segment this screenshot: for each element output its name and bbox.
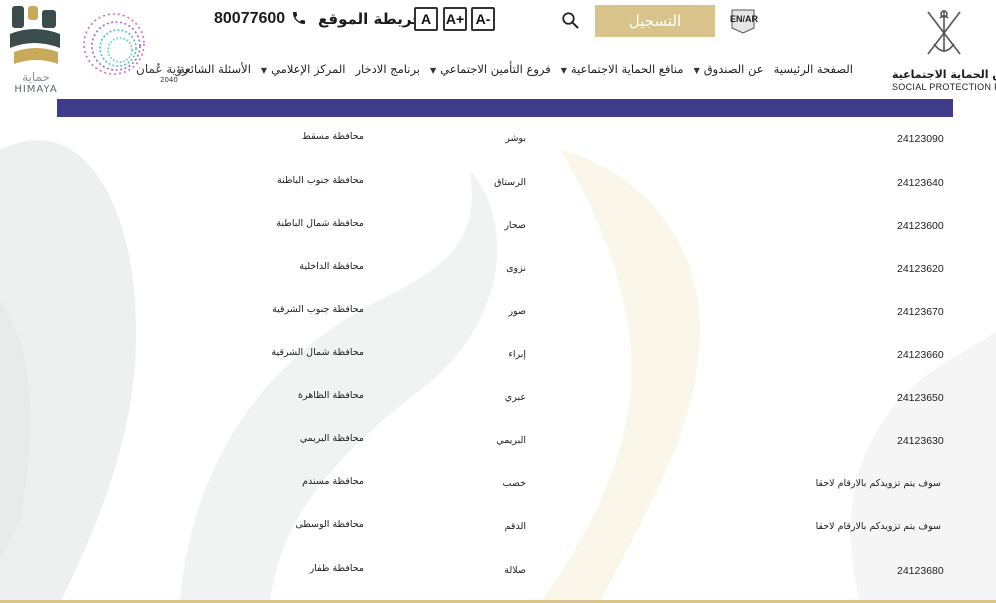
search-icon[interactable] <box>561 11 579 29</box>
table-row: 24123670 صور محافظة جنوب الشرقية <box>0 289 996 332</box>
branch-phone: 24123630 <box>897 435 944 447</box>
table-header-bar <box>57 99 953 117</box>
org-name-arabic: صندوق الحماية الاجتماعية <box>892 68 996 81</box>
org-name-english: SOCIAL PROTECTION FUND <box>892 82 996 92</box>
hotline-number[interactable]: 80077600 <box>214 10 285 28</box>
branch-city: نزوى <box>506 263 526 274</box>
main-navigation: الصفحة الرئيسية عن الصندوق▼ منافع الحماي… <box>174 60 858 78</box>
branch-phone: 24123600 <box>897 220 944 232</box>
branch-governorate: محافظة الظاهرة <box>297 390 364 401</box>
branch-phone: 24123090 <box>897 133 944 145</box>
nav-insurance-branches[interactable]: فروع التأمين الاجتماعي▼ <box>425 60 556 78</box>
branch-city: بوشر <box>505 133 526 144</box>
table-row: 24123640 الرستاق محافظة جنوب الباطنة <box>0 160 996 203</box>
page: حماية HIMAYA رؤية عُمان 2040 80077600 خر… <box>0 0 996 603</box>
branch-governorate: محافظة البريمي <box>299 433 364 444</box>
nav-insurance-branches-label: فروع التأمين الاجتماعي <box>440 62 551 76</box>
chevron-down-icon: ▼ <box>430 66 437 75</box>
himaya-english-text: HIMAYA <box>14 84 58 95</box>
language-badge-text: EN/AR <box>730 14 759 24</box>
himaya-logo-icon <box>10 6 60 64</box>
branch-governorate: محافظة شمال الباطنة <box>276 218 364 229</box>
nav-savings-label: برنامج الادخار <box>355 62 420 76</box>
table-row: سوف يتم تزويدكم بالارقام لاحقا خصب محافظ… <box>0 461 996 504</box>
social-protection-fund-logo[interactable]: صندوق الحماية الاجتماعية SOCIAL PROTECTI… <box>886 4 996 98</box>
font-size-increase-button[interactable]: A+ <box>443 7 467 31</box>
nav-faq[interactable]: الأسئلة الشائعة <box>174 60 256 78</box>
table-row: 24123090 بوشر محافظة مسقط <box>0 117 996 160</box>
table-row: 24123660 إبراء محافظة شمال الشرقية <box>0 332 996 375</box>
branch-phone-pending: سوف يتم تزويدكم بالارقام لاحقا <box>815 521 941 532</box>
table-row: 24123650 عبري محافظة الظاهرة <box>0 375 996 418</box>
branch-governorate: محافظة شمال الشرقية <box>271 347 364 358</box>
branch-phone: 24123670 <box>897 306 944 318</box>
table-row: 24123630 البريمي محافظة البريمي <box>0 418 996 461</box>
branch-city: الدقم <box>504 521 526 532</box>
site-header: حماية HIMAYA رؤية عُمان 2040 80077600 خر… <box>0 0 996 99</box>
nav-benefits[interactable]: منافع الحماية الاجتماعية▼ <box>556 60 689 78</box>
branch-city: عبري <box>504 392 526 403</box>
branch-phone: 24123650 <box>897 392 944 404</box>
branch-city: الرستاق <box>494 177 526 188</box>
branch-city: البريمي <box>496 435 526 446</box>
register-button[interactable]: التسجيل <box>595 5 715 37</box>
branch-phone: 24123640 <box>897 177 944 189</box>
nav-home-label: الصفحة الرئيسية <box>773 62 853 76</box>
branch-governorate: محافظة الوسطى <box>295 519 364 530</box>
oman-emblem-icon <box>927 10 961 55</box>
branch-governorate: محافظة مسقط <box>302 131 364 142</box>
branch-governorate: محافظة جنوب الباطنة <box>277 175 364 186</box>
chevron-down-icon: ▼ <box>693 66 700 75</box>
branch-city: صحار <box>504 220 526 231</box>
branch-city: إبراء <box>508 349 526 360</box>
chevron-down-icon: ▼ <box>260 66 268 75</box>
nav-home[interactable]: الصفحة الرئيسية <box>769 60 858 78</box>
branch-city: صور <box>508 306 526 317</box>
nav-savings[interactable]: برنامج الادخار <box>350 60 425 78</box>
table-row: 24123680 صلالة محافظة ظفار <box>0 547 996 590</box>
himaya-logo[interactable]: حماية HIMAYA <box>6 4 64 96</box>
himaya-arabic-text: حماية <box>22 70 50 84</box>
font-size-normal-button[interactable]: A <box>414 7 438 31</box>
branch-governorate: محافظة مسندم <box>302 476 364 487</box>
branch-governorate: محافظة الداخلية <box>299 261 364 272</box>
nav-faq-label: الأسئلة الشائعة <box>179 62 251 76</box>
language-toggle[interactable]: EN/AR <box>730 8 759 34</box>
branch-phone-pending: سوف يتم تزويدكم بالارقام لاحقا <box>815 478 941 489</box>
branch-city: خصب <box>502 478 526 489</box>
sitemap-link[interactable]: خريطة الموقع <box>318 10 423 28</box>
table-row: 24123600 صحار محافظة شمال الباطنة <box>0 203 996 246</box>
branch-phone: 24123680 <box>897 565 944 577</box>
branch-phone: 24123660 <box>897 349 944 361</box>
nav-about-label: عن الصندوق <box>703 62 764 76</box>
branch-city: صلالة <box>504 565 526 576</box>
nav-media-center[interactable]: المركز الإعلامي▼ <box>256 60 351 78</box>
nav-benefits-label: منافع الحماية الاجتماعية <box>570 62 684 76</box>
nav-about[interactable]: عن الصندوق▼ <box>689 60 769 78</box>
table-row: 24123620 نزوى محافظة الداخلية <box>0 246 996 289</box>
branch-governorate: محافظة ظفار <box>309 563 364 574</box>
chevron-down-icon: ▼ <box>560 66 567 75</box>
phone-icon[interactable] <box>291 10 307 26</box>
table-row: سوف يتم تزويدكم بالارقام لاحقا الدقم محا… <box>0 504 996 547</box>
branch-governorate: محافظة جنوب الشرقية <box>272 304 364 315</box>
branch-phone: 24123620 <box>897 263 944 275</box>
nav-media-center-label: المركز الإعلامي <box>271 62 346 76</box>
font-size-decrease-button[interactable]: A- <box>471 7 495 31</box>
